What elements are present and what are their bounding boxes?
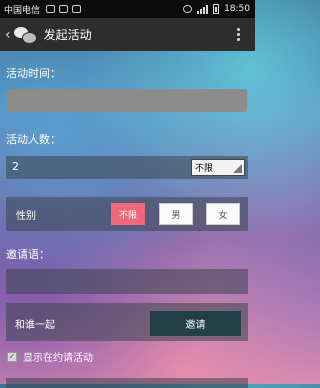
bottom-field xyxy=(6,378,248,388)
notification-icon xyxy=(46,5,56,13)
time-label: 活动时间： xyxy=(6,67,61,80)
count-limit-selected: 不限 xyxy=(195,164,214,174)
gender-option-female[interactable]: 女 xyxy=(206,203,240,225)
time-field[interactable] xyxy=(7,89,247,112)
show-in-invites-label: 显示在约请活动 xyxy=(23,353,93,364)
invite-label: 邀请语： xyxy=(6,248,50,261)
gender-row: 性别 不限 男 女 xyxy=(6,197,248,231)
title-bar: ‹ 发起活动 xyxy=(0,18,255,51)
overflow-menu-icon[interactable] xyxy=(237,28,240,41)
show-in-invites-checkbox[interactable]: ✓ xyxy=(7,351,17,362)
gender-option-any[interactable]: 不限 xyxy=(111,203,145,225)
with-who-label: 和谁一起 xyxy=(15,320,55,331)
battery-icon xyxy=(213,4,220,14)
count-limit-select[interactable]: 不限 xyxy=(191,159,245,176)
wechat-bubbles-icon xyxy=(13,26,38,44)
dropdown-arrow-icon xyxy=(233,164,242,173)
back-icon[interactable]: ‹ xyxy=(5,27,11,43)
notification-icon xyxy=(59,5,69,13)
signal-icon xyxy=(197,4,209,14)
count-row: 2 不限 xyxy=(6,156,248,179)
with-who-row: 和谁一起 邀请 xyxy=(6,303,248,341)
alarm-icon xyxy=(183,5,193,13)
page-title: 发起活动 xyxy=(43,28,92,42)
count-label: 活动人数： xyxy=(6,133,61,146)
gender-option-male[interactable]: 男 xyxy=(159,203,193,225)
invite-message-input[interactable] xyxy=(6,269,248,294)
clock: 18:50 xyxy=(224,4,250,14)
gender-label: 性别 xyxy=(16,211,36,222)
invite-button[interactable]: 邀请 xyxy=(150,311,241,336)
carrier-name: 中国电信 xyxy=(4,5,41,16)
show-in-invites-row[interactable]: ✓ 显示在约请活动 xyxy=(7,349,93,364)
status-bar: 中国电信 18:50 xyxy=(0,0,255,18)
notification-icon xyxy=(72,5,82,13)
count-input[interactable]: 2 xyxy=(12,160,19,173)
